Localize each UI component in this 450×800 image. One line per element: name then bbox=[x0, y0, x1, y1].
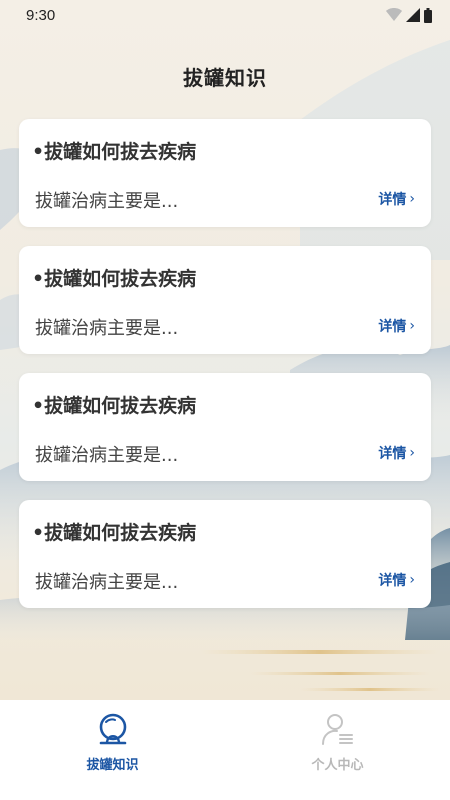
detail-label: 详情 bbox=[378, 192, 407, 208]
knowledge-card-list: •拔罐如何拔去疾病 拔罐治病主要是... 详情 › •拔罐如何拔去疾病 拔罐治病… bbox=[19, 119, 431, 627]
card-title: •拔罐如何拔去疾病 bbox=[32, 395, 197, 417]
user-profile-icon bbox=[321, 714, 353, 745]
cupping-icon bbox=[99, 713, 126, 745]
detail-label: 详情 bbox=[378, 446, 407, 462]
page-title: 拔罐知识 bbox=[183, 66, 267, 90]
knowledge-card[interactable]: •拔罐如何拔去疾病 拔罐治病主要是... 详情 › bbox=[19, 246, 431, 354]
detail-link[interactable]: 详情 › bbox=[378, 189, 415, 209]
card-title: •拔罐如何拔去疾病 bbox=[32, 522, 197, 544]
tab-label: 拔罐知识 bbox=[86, 758, 139, 773]
detail-link[interactable]: 详情 › bbox=[378, 443, 415, 463]
tab-cupping-knowledge[interactable]: 拔罐知识 bbox=[0, 700, 225, 800]
chevron-right-icon: › bbox=[409, 191, 415, 207]
tab-label: 个人中心 bbox=[311, 758, 364, 773]
card-description: 拔罐治病主要是... bbox=[35, 572, 179, 593]
detail-link[interactable]: 详情 › bbox=[378, 570, 415, 590]
card-description: 拔罐治病主要是... bbox=[35, 445, 179, 466]
chevron-right-icon: › bbox=[409, 572, 415, 588]
detail-label: 详情 bbox=[378, 573, 407, 589]
card-title: •拔罐如何拔去疾病 bbox=[32, 268, 197, 290]
tab-personal-center[interactable]: 个人中心 bbox=[225, 700, 450, 800]
card-title: •拔罐如何拔去疾病 bbox=[32, 141, 197, 163]
status-time: 9:30 bbox=[26, 6, 56, 24]
knowledge-card[interactable]: •拔罐如何拔去疾病 拔罐治病主要是... 详情 › bbox=[19, 119, 431, 227]
detail-label: 详情 bbox=[378, 319, 407, 335]
status-bar: 9:30 bbox=[0, 0, 450, 30]
knowledge-card[interactable]: •拔罐如何拔去疾病 拔罐治病主要是... 详情 › bbox=[19, 500, 431, 608]
wifi-icon bbox=[386, 8, 402, 21]
battery-icon bbox=[424, 7, 432, 23]
bottom-tab-bar: 拔罐知识 个人中心 bbox=[0, 700, 450, 800]
card-description: 拔罐治病主要是... bbox=[35, 191, 179, 212]
detail-link[interactable]: 详情 › bbox=[378, 316, 415, 336]
cellular-signal-icon bbox=[406, 8, 420, 22]
chevron-right-icon: › bbox=[409, 318, 415, 334]
knowledge-card[interactable]: •拔罐如何拔去疾病 拔罐治病主要是... 详情 › bbox=[19, 373, 431, 481]
status-icons bbox=[386, 7, 432, 23]
chevron-right-icon: › bbox=[409, 445, 415, 461]
card-description: 拔罐治病主要是... bbox=[35, 318, 179, 339]
